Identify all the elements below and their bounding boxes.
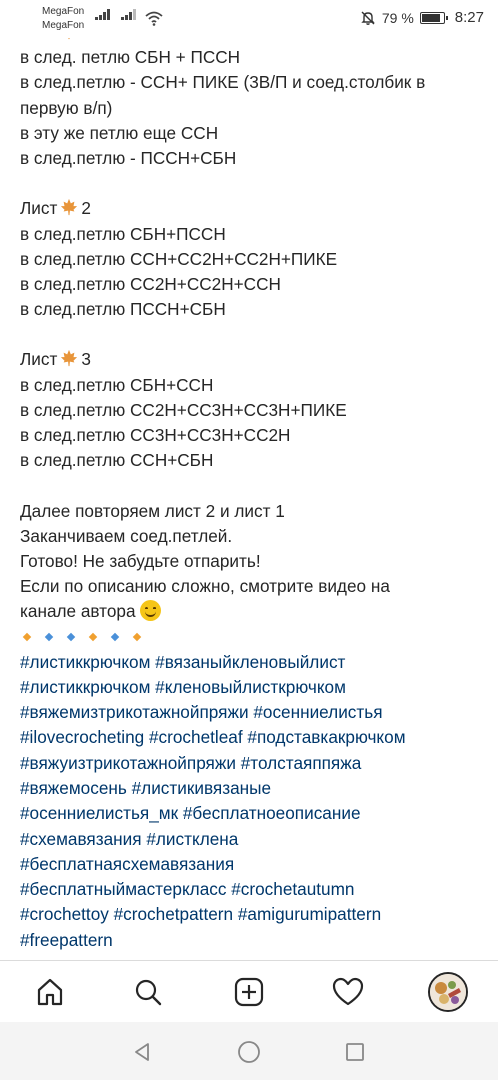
hashtag-line[interactable]: #листиккрючком #вязаныйкленовыйлист	[20, 650, 490, 675]
home-circle-icon[interactable]	[237, 1040, 261, 1064]
hashtag-line[interactable]: #бесплатнаясхемавязания	[20, 852, 490, 877]
caption-line: в след.петлю СС2Н+СС3Н+СС3Н+ПИКЕ	[20, 399, 347, 420]
carrier-labels: MegaFon MegaFon	[42, 5, 84, 33]
diamond-icon	[110, 632, 120, 642]
status-right: 79 % 8:27	[360, 9, 484, 26]
system-nav-bar	[0, 1022, 498, 1080]
maple-leaf-icon	[61, 350, 78, 367]
caption-line: в след.петлю ССН+СБН	[20, 450, 214, 471]
diamond-icon	[22, 632, 32, 642]
hashtag-line[interactable]: #бесплатныймастеркласс #crochetautumn	[20, 877, 490, 902]
hashtag-block[interactable]: #листиккрючком #вязаныйкленовыйлист #лист…	[20, 650, 490, 954]
diamond-icon	[66, 632, 76, 642]
hashtag-line[interactable]: #вяжемизтрикотажнойпряжи #осенниелистья	[20, 700, 490, 725]
hashtag-line[interactable]: #ilovecrocheting #crochetleaf #подставка…	[20, 725, 490, 750]
caption-line: в эту же петлю еще ССН	[20, 122, 219, 143]
battery-percent: 79 %	[381, 9, 414, 26]
signal-icon-2	[121, 9, 137, 20]
caption-line: в след.петлю ПССН+СБН	[20, 299, 226, 320]
recents-square-icon[interactable]	[343, 1040, 367, 1064]
carrier-1: MegaFon	[42, 6, 85, 17]
caption-line: первую в/п)	[20, 97, 113, 118]
diamond-icon	[44, 632, 54, 642]
caption-line: в след.петлю ССН+СС2Н+СС2Н+ПИКЕ	[20, 248, 338, 269]
activity-heart-icon[interactable]	[330, 974, 366, 1010]
status-bar: MegaFon MegaFon 79 % 8:27	[0, 0, 498, 38]
smiling-face-icon	[139, 600, 161, 622]
wifi-icon	[145, 11, 163, 26]
maple-leaf-icon	[61, 199, 78, 216]
caption-line: в след.петлю СБН+ССН	[20, 374, 214, 395]
signal-icon-1	[95, 9, 111, 20]
hashtag-line[interactable]: #листиккрючком #кленовыйлисткрючком	[20, 675, 490, 700]
back-icon[interactable]	[131, 1040, 155, 1064]
leaf-heading: Лист 2	[20, 198, 91, 219]
caption-line: Если по описанию сложно, смотрите видео …	[20, 576, 390, 597]
diamond-icon	[88, 632, 98, 642]
caption-line: Готово! Не забудьте отпарить!	[20, 550, 261, 571]
carrier-2: MegaFon	[42, 20, 85, 31]
caption-line: в след.петлю СС2Н+СС2Н+ССН	[20, 273, 281, 294]
caption-line: в след.петлю СС3Н+СС3Н+СС2Н	[20, 425, 291, 445]
caption-line: Далее повторяем лист 2 и лист 1	[20, 500, 285, 521]
hashtag-line[interactable]: #вяжуизтрикотажнойпряжи #толстаяппяжа	[20, 751, 490, 776]
home-icon[interactable]	[32, 974, 68, 1010]
hashtag-line[interactable]: #crochettoy #crochetpattern #amigurumipa…	[20, 902, 490, 927]
profile-avatar[interactable]	[428, 972, 468, 1012]
search-icon[interactable]	[130, 974, 166, 1010]
bottom-nav	[0, 960, 498, 1022]
caption-line: в след.петлю СБН+ПССН	[20, 223, 226, 244]
diamond-icon	[132, 632, 142, 642]
caption-line: в след.петлю - ПССН+СБН	[20, 147, 237, 168]
caption-line: Заканчиваем соед.петлей.	[20, 525, 233, 546]
clock: 8:27	[454, 9, 484, 26]
new-post-icon[interactable]	[231, 974, 267, 1010]
caption-line: в след.петлю - ССН+ ПИКЕ (3В/П и соед.ст…	[20, 72, 426, 93]
hashtag-line[interactable]: #freepattern	[20, 928, 490, 953]
battery-icon	[419, 11, 448, 24]
caption-text: Лист1в след. петлю СБН + ПССНв след.петл…	[20, 20, 490, 625]
hashtag-line[interactable]: #осенниелистья_мк #бесплатноеописание	[20, 801, 490, 826]
post-caption: Лист1в след. петлю СБН + ПССНв след.петл…	[20, 20, 490, 960]
caption-line: канале автора	[20, 599, 490, 624]
leaf-heading: Лист 3	[20, 349, 91, 370]
mute-bell-icon	[361, 11, 375, 25]
caption-line: в след.петлю - ССН+ ПИКЕ (3В/П и соед.ст…	[20, 70, 490, 120]
hashtag-line[interactable]: #вяжемосень #листикивязаные	[20, 776, 490, 801]
caption-line: в след. петлю СБН + ПССН	[20, 47, 241, 68]
diamond-separator	[20, 625, 490, 650]
hashtag-line[interactable]: #схемавязания #листклена	[20, 827, 490, 852]
